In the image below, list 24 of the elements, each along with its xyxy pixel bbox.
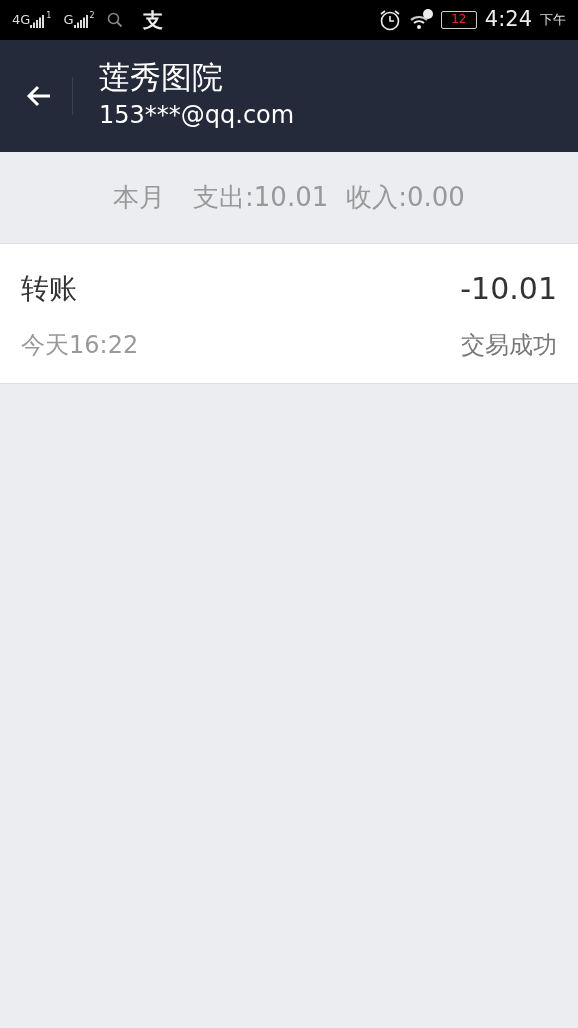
month-label: 本月	[113, 181, 166, 214]
clock-time: 4:24	[484, 6, 532, 34]
transaction-status: 交易成功	[461, 330, 557, 361]
sim-slot-label: 1	[46, 9, 52, 22]
search-icon	[106, 12, 123, 28]
wifi-icon	[408, 9, 433, 31]
transaction-time: 今天16:22	[21, 330, 139, 361]
alarm-clock-icon	[378, 9, 401, 31]
transaction-title: 转账	[21, 270, 77, 307]
page-title: 莲秀图院	[99, 59, 224, 97]
time-period: 下午	[540, 11, 566, 30]
signal-icon	[30, 12, 46, 28]
transaction-row[interactable]: 转账 -10.01 今天16:22 交易成功	[0, 244, 578, 384]
back-arrow-icon[interactable]	[26, 84, 52, 108]
network-label: G	[63, 11, 74, 30]
expense-total: 支出:10.01	[193, 181, 329, 214]
app-glyph: 支	[142, 7, 163, 34]
income-total: 收入:0.00	[346, 181, 465, 214]
sim-slot-label: 2	[89, 9, 95, 22]
account-email: 153***@qq.com	[99, 99, 295, 131]
network-label: 4G	[12, 11, 31, 30]
battery-indicator: 12	[440, 11, 477, 29]
transaction-amount: -10.01	[460, 270, 557, 308]
signal-icon	[73, 12, 89, 28]
